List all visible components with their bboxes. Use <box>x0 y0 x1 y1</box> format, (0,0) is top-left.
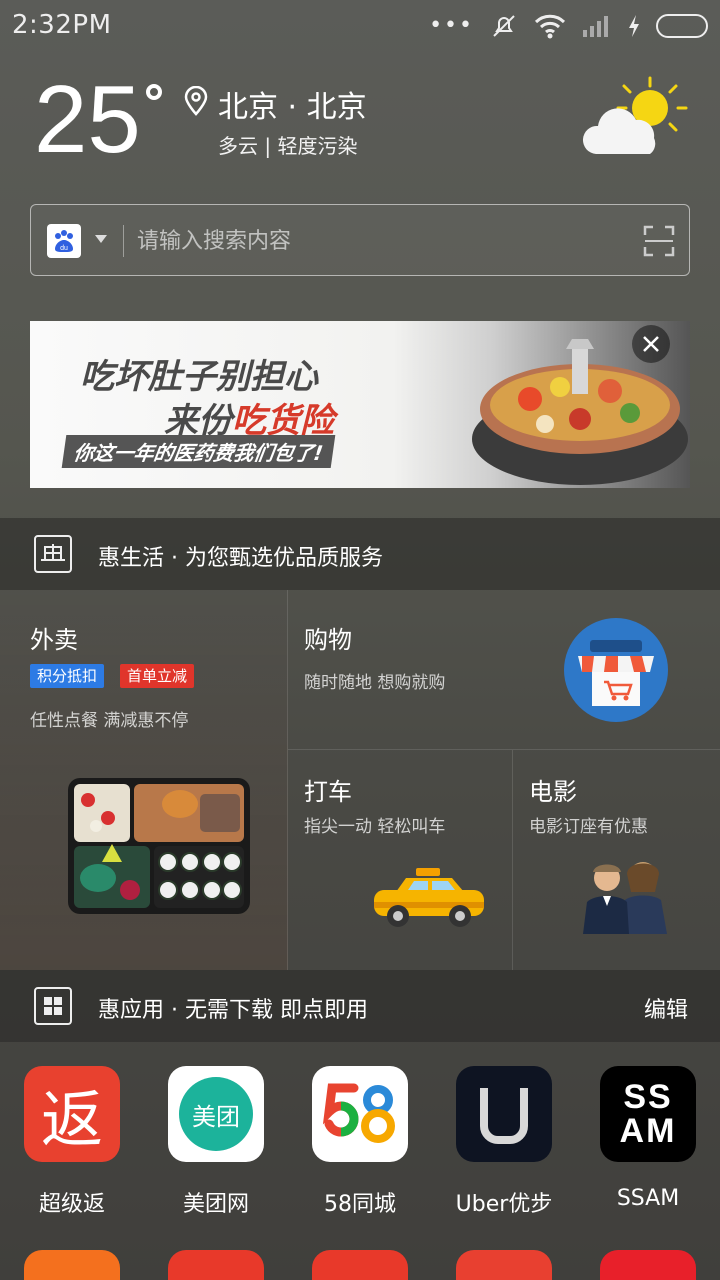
app-chaojifan[interactable]: 返 超级返 <box>0 1066 144 1218</box>
life-section-header: 惠生活 · 为您甄选优品质服务 <box>0 518 720 590</box>
engine-dropdown-icon[interactable] <box>95 235 107 243</box>
shopping-subtitle: 随时随地 想购就购 <box>304 673 446 693</box>
apps-section-title: 惠应用 · 无需下载 即点即用 <box>98 998 368 1023</box>
uber-icon <box>456 1066 552 1162</box>
store-icon <box>34 535 72 573</box>
charging-icon <box>629 15 639 37</box>
58-icon <box>312 1066 408 1162</box>
app-label: SSAM <box>616 1186 680 1211</box>
search-input[interactable] <box>137 221 617 261</box>
banner-line1: 吃坏肚子别担心 <box>80 357 318 397</box>
app-label: 58同城 <box>324 1192 396 1217</box>
meituan-icon: 美团 <box>168 1066 264 1162</box>
weather-widget[interactable]: 25 北京 · 北京 多云 | 轻度污染 <box>0 70 720 190</box>
service-taxi[interactable]: 打车 指尖一动 轻松叫车 <box>288 750 513 970</box>
search-divider <box>123 225 124 257</box>
city-name: 北京 · 北京 <box>218 90 367 125</box>
movie-poster-image <box>583 862 667 934</box>
search-bar[interactable]: du <box>30 204 690 276</box>
battery-icon <box>656 14 708 38</box>
status-icons: ••• <box>429 12 708 40</box>
location-pin-icon <box>184 86 208 116</box>
scan-icon[interactable] <box>643 225 675 257</box>
service-waimai[interactable]: 外卖 积分抵扣 首单立减 任性点餐 满减惠不停 <box>0 590 288 970</box>
status-time: 2:32PM <box>12 10 112 40</box>
app-label: 超级返 <box>38 1192 105 1217</box>
taxi-title: 打车 <box>304 778 352 806</box>
app-label: 美团网 <box>182 1192 249 1217</box>
app-label: Uber优步 <box>455 1192 553 1217</box>
bento-box-image <box>68 778 250 914</box>
edit-button[interactable]: 编辑 <box>644 992 688 1024</box>
apps-section-header: 惠应用 · 无需下载 即点即用 编辑 <box>0 970 720 1042</box>
chaojifan-icon: 返 <box>24 1066 120 1162</box>
ssam-icon: SS AM <box>600 1066 696 1162</box>
app-row2-item-5[interactable] <box>600 1250 696 1280</box>
waimai-title: 外卖 <box>30 626 78 654</box>
temperature: 25 <box>34 66 141 173</box>
app-58tongcheng[interactable]: 58同城 <box>288 1066 432 1218</box>
life-section-title: 惠生活 · 为您甄选优品质服务 <box>98 546 383 571</box>
app-uber[interactable]: Uber优步 <box>432 1066 576 1218</box>
shop-icon <box>564 618 668 722</box>
status-bar: 2:32PM ••• <box>0 0 720 52</box>
close-icon <box>643 336 659 352</box>
svg-text:du: du <box>60 245 68 252</box>
more-dots-icon: ••• <box>429 13 474 38</box>
baidu-icon[interactable]: du <box>47 224 81 258</box>
ad-banner[interactable]: 吃坏肚子别担心 来份吃货险 你这一年的医药费我们包了! <box>30 321 690 488</box>
banner-line3: 你这一年的医药费我们包了! <box>61 435 336 468</box>
app-row2-item-2[interactable] <box>168 1250 264 1280</box>
degree-icon <box>146 84 162 100</box>
service-movie[interactable]: 电影 电影订座有优惠 <box>513 750 720 970</box>
waimai-subtitle: 任性点餐 满减惠不停 <box>30 711 189 731</box>
shopping-title: 购物 <box>304 626 352 654</box>
taxi-icon <box>374 868 484 927</box>
wifi-icon <box>534 14 566 39</box>
app-meituan[interactable]: 美团 美团网 <box>144 1066 288 1218</box>
grid-icon <box>34 987 72 1025</box>
app-ssam[interactable]: SS AM SSAM <box>576 1066 720 1211</box>
silent-icon <box>493 15 515 37</box>
movie-title: 电影 <box>529 778 577 806</box>
app-row2-item-1[interactable] <box>24 1250 120 1280</box>
banner-close-button[interactable] <box>632 325 670 363</box>
movie-subtitle: 电影订座有优惠 <box>529 817 648 837</box>
taxi-subtitle: 指尖一动 轻松叫车 <box>304 817 446 837</box>
tag-first-order: 首单立减 <box>120 664 195 688</box>
service-grid: 外卖 积分抵扣 首单立减 任性点餐 满减惠不停 购物 随时随地 想购就购 打车 … <box>0 590 720 970</box>
weather-condition: 多云 | 轻度污染 <box>218 134 358 158</box>
tag-points: 积分抵扣 <box>30 664 105 688</box>
service-shopping[interactable]: 购物 随时随地 想购就购 <box>288 590 720 750</box>
sun-cloud-icon <box>582 76 688 154</box>
app-row2-item-4[interactable] <box>456 1250 552 1280</box>
signal-icon <box>583 16 608 37</box>
app-row2-item-3[interactable] <box>312 1250 408 1280</box>
